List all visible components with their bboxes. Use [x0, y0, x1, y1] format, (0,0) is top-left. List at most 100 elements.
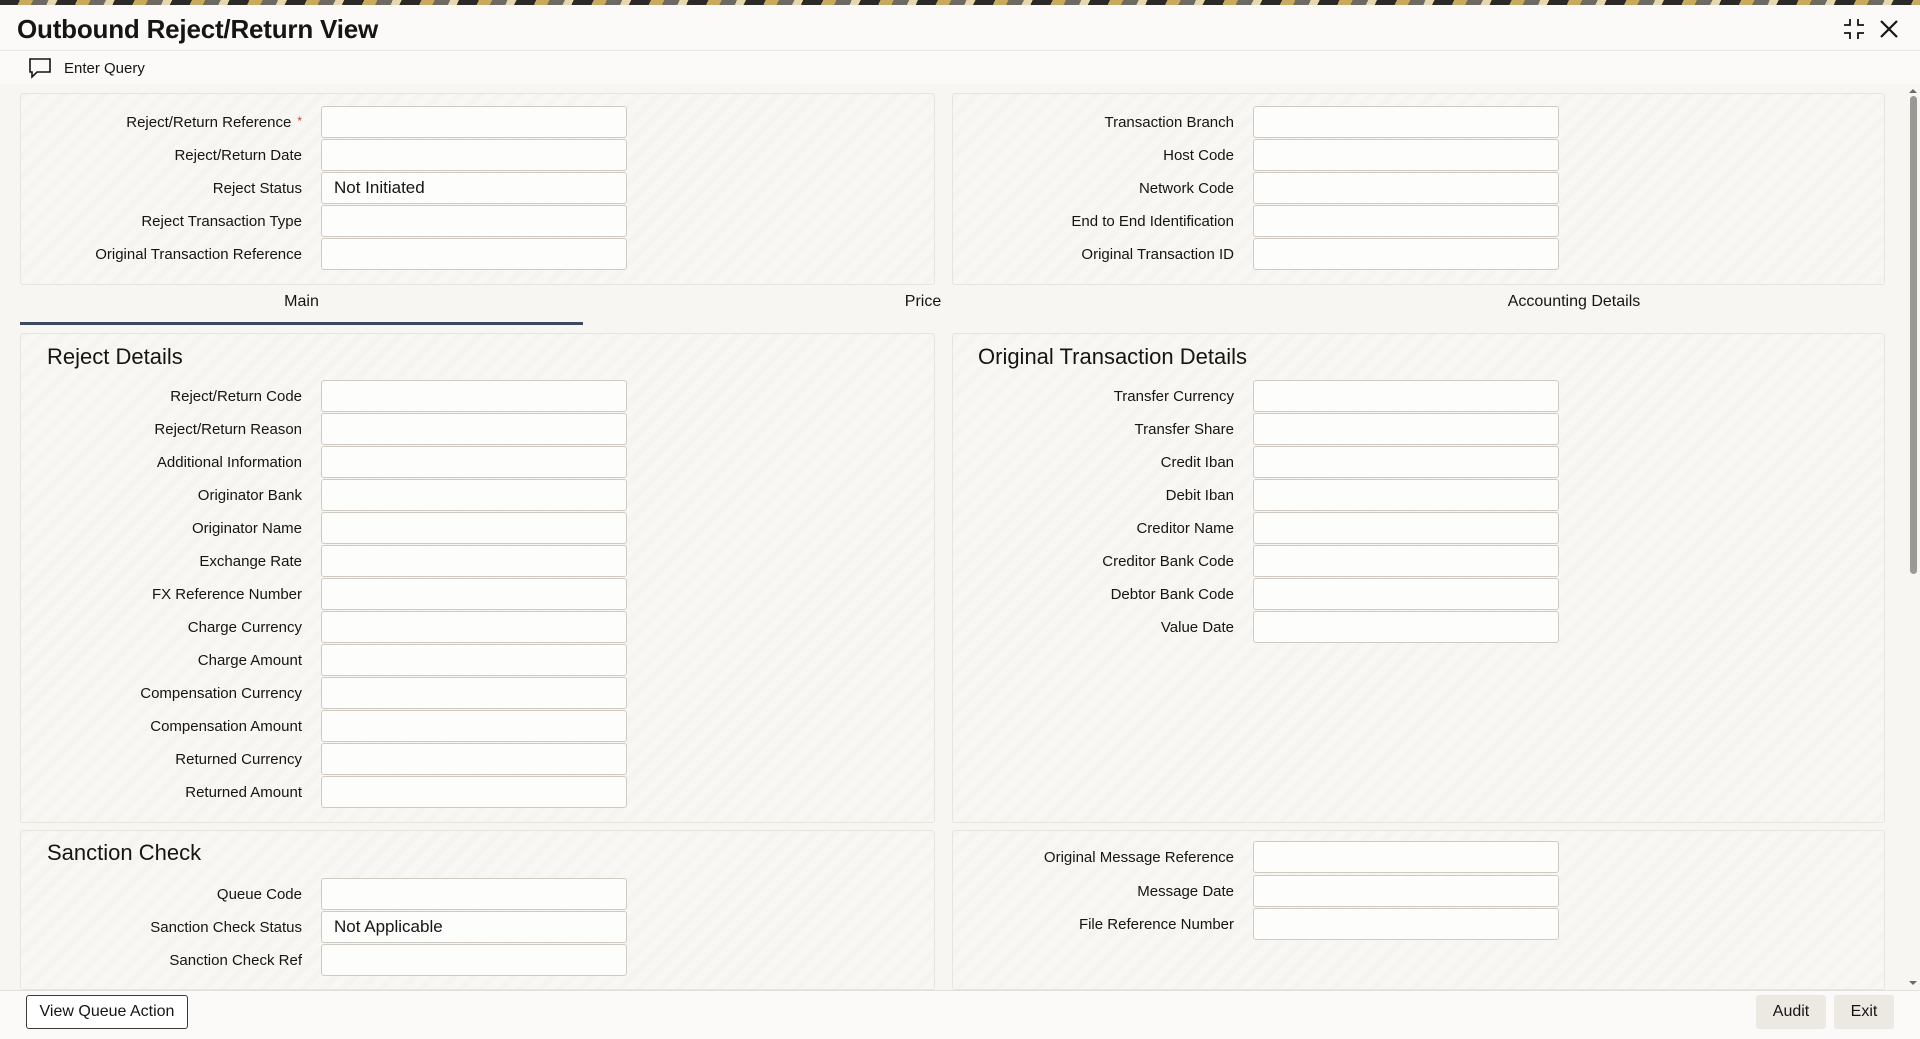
form-row: Exchange Rate	[21, 545, 627, 577]
field-label: Host Code	[1163, 146, 1234, 164]
field-label: Transfer Share	[1134, 420, 1235, 438]
tab-main[interactable]: Main	[20, 285, 583, 325]
form-row: Charge Currency	[21, 611, 627, 643]
field-label: Credit Iban	[1160, 453, 1234, 471]
charge-currency-input[interactable]	[321, 611, 627, 643]
exit-button[interactable]: Exit	[1834, 995, 1894, 1029]
returned-currency-input[interactable]	[321, 743, 627, 775]
file-reference-number-input[interactable]	[1253, 908, 1559, 940]
reject-status-input[interactable]	[321, 172, 627, 204]
message-date-input[interactable]	[1253, 875, 1559, 907]
reject-return-reference-input[interactable]	[321, 106, 627, 138]
section-title: Original Transaction Details	[978, 344, 1248, 369]
original-transaction-reference-input[interactable]	[321, 238, 627, 270]
host-code-input[interactable]	[1253, 139, 1559, 171]
enter-query-label: Enter Query	[64, 59, 145, 77]
form-row: Reject Status	[21, 172, 627, 204]
form-row: Returned Currency	[21, 743, 627, 775]
returned-amount-input[interactable]	[321, 776, 627, 808]
field-label: Returned Currency	[175, 750, 302, 768]
fx-reference-number-input[interactable]	[321, 578, 627, 610]
additional-information-input[interactable]	[321, 446, 627, 478]
form-row: Reject/Return Reason	[21, 413, 627, 445]
field-label: Value Date	[1160, 618, 1234, 636]
field-label: Compensation Currency	[140, 684, 302, 702]
sanction-check-panel: Sanction Check Queue Code Sanction Check…	[20, 830, 935, 990]
form-row: Debit Iban	[953, 479, 1559, 511]
form-row: Transfer Share	[953, 413, 1559, 445]
reject-return-reason-input[interactable]	[321, 413, 627, 445]
value-date-input[interactable]	[1253, 611, 1559, 643]
field-label: Originator Name	[191, 519, 302, 537]
field-label: Creditor Name	[1136, 519, 1234, 537]
scroll-down-icon[interactable]	[1908, 978, 1918, 988]
form-row: Charge Amount	[21, 644, 627, 676]
transfer-currency-input[interactable]	[1253, 380, 1559, 412]
compensation-currency-input[interactable]	[321, 677, 627, 709]
debit-iban-input[interactable]	[1253, 479, 1559, 511]
original-message-reference-input[interactable]	[1253, 841, 1559, 873]
reject-transaction-type-input[interactable]	[321, 205, 627, 237]
original-transaction-id-input[interactable]	[1253, 238, 1559, 270]
debtor-bank-code-input[interactable]	[1253, 578, 1559, 610]
creditor-bank-code-input[interactable]	[1253, 545, 1559, 577]
compensation-amount-input[interactable]	[321, 710, 627, 742]
enter-query-button[interactable]: Enter Query	[28, 56, 145, 80]
scroll-up-icon[interactable]	[1908, 86, 1918, 96]
form-row: Additional Information	[21, 446, 627, 478]
field-label: Exchange Rate	[199, 552, 302, 570]
form-row: Reject/Return Code	[21, 380, 627, 412]
form-row: Credit Iban	[953, 446, 1559, 478]
scrollbar-thumb[interactable]	[1910, 96, 1917, 574]
tab-bar: Main Price Accounting Details	[20, 285, 1885, 325]
field-label: Sanction Check Status	[150, 918, 302, 936]
form-row: Transfer Currency	[953, 380, 1559, 412]
reject-return-date-input[interactable]	[321, 139, 627, 171]
close-icon[interactable]	[1877, 17, 1901, 41]
originator-bank-input[interactable]	[321, 479, 627, 511]
form-row: Reject/Return Date	[21, 139, 627, 171]
footer-bar: View Queue Action Audit Exit	[0, 990, 1920, 1039]
form-row: Compensation Amount	[21, 710, 627, 742]
form-row: Network Code	[953, 172, 1559, 204]
transfer-share-input[interactable]	[1253, 413, 1559, 445]
network-code-input[interactable]	[1253, 172, 1559, 204]
form-row: End to End Identification	[953, 205, 1559, 237]
form-row: Originator Name	[21, 512, 627, 544]
field-label: Queue Code	[216, 885, 302, 903]
sanction-check-ref-input[interactable]	[321, 944, 627, 976]
vertical-scrollbar[interactable]	[1906, 84, 1920, 990]
view-queue-action-button[interactable]: View Queue Action	[26, 995, 188, 1029]
field-label: Reject Status	[212, 179, 302, 197]
tab-price[interactable]: Price	[583, 285, 1263, 325]
field-label: Reject/Return Date	[174, 146, 302, 164]
expand-icon[interactable]	[1842, 17, 1866, 41]
form-row: Reject Transaction Type	[21, 205, 627, 237]
queue-code-input[interactable]	[321, 878, 627, 910]
form-row: File Reference Number	[953, 908, 1559, 940]
tab-accounting-details[interactable]: Accounting Details	[1263, 285, 1885, 325]
field-label: Original Message Reference	[1043, 848, 1234, 866]
field-label: Sanction Check Ref	[169, 951, 302, 969]
field-label: Message Date	[1137, 882, 1234, 900]
reject-return-code-input[interactable]	[321, 380, 627, 412]
form-row: Message Date	[953, 875, 1559, 907]
originator-name-input[interactable]	[321, 512, 627, 544]
field-label: Network Code	[1138, 179, 1234, 197]
field-label: Debit Iban	[1165, 486, 1234, 504]
end-to-end-identification-input[interactable]	[1253, 205, 1559, 237]
field-label: Additional Information	[156, 453, 302, 471]
form-row: Value Date	[953, 611, 1559, 643]
charge-amount-input[interactable]	[321, 644, 627, 676]
field-label: Original Transaction Reference	[95, 245, 302, 263]
field-label: Reject/Return Reference *	[126, 113, 302, 131]
transaction-branch-input[interactable]	[1253, 106, 1559, 138]
field-label: Debtor Bank Code	[1110, 585, 1234, 603]
credit-iban-input[interactable]	[1253, 446, 1559, 478]
form-row: Original Transaction ID	[953, 238, 1559, 270]
sanction-check-status-input[interactable]	[321, 911, 627, 943]
creditor-name-input[interactable]	[1253, 512, 1559, 544]
audit-button[interactable]: Audit	[1756, 995, 1826, 1029]
exchange-rate-input[interactable]	[321, 545, 627, 577]
form-row: Original Message Reference	[953, 841, 1559, 873]
